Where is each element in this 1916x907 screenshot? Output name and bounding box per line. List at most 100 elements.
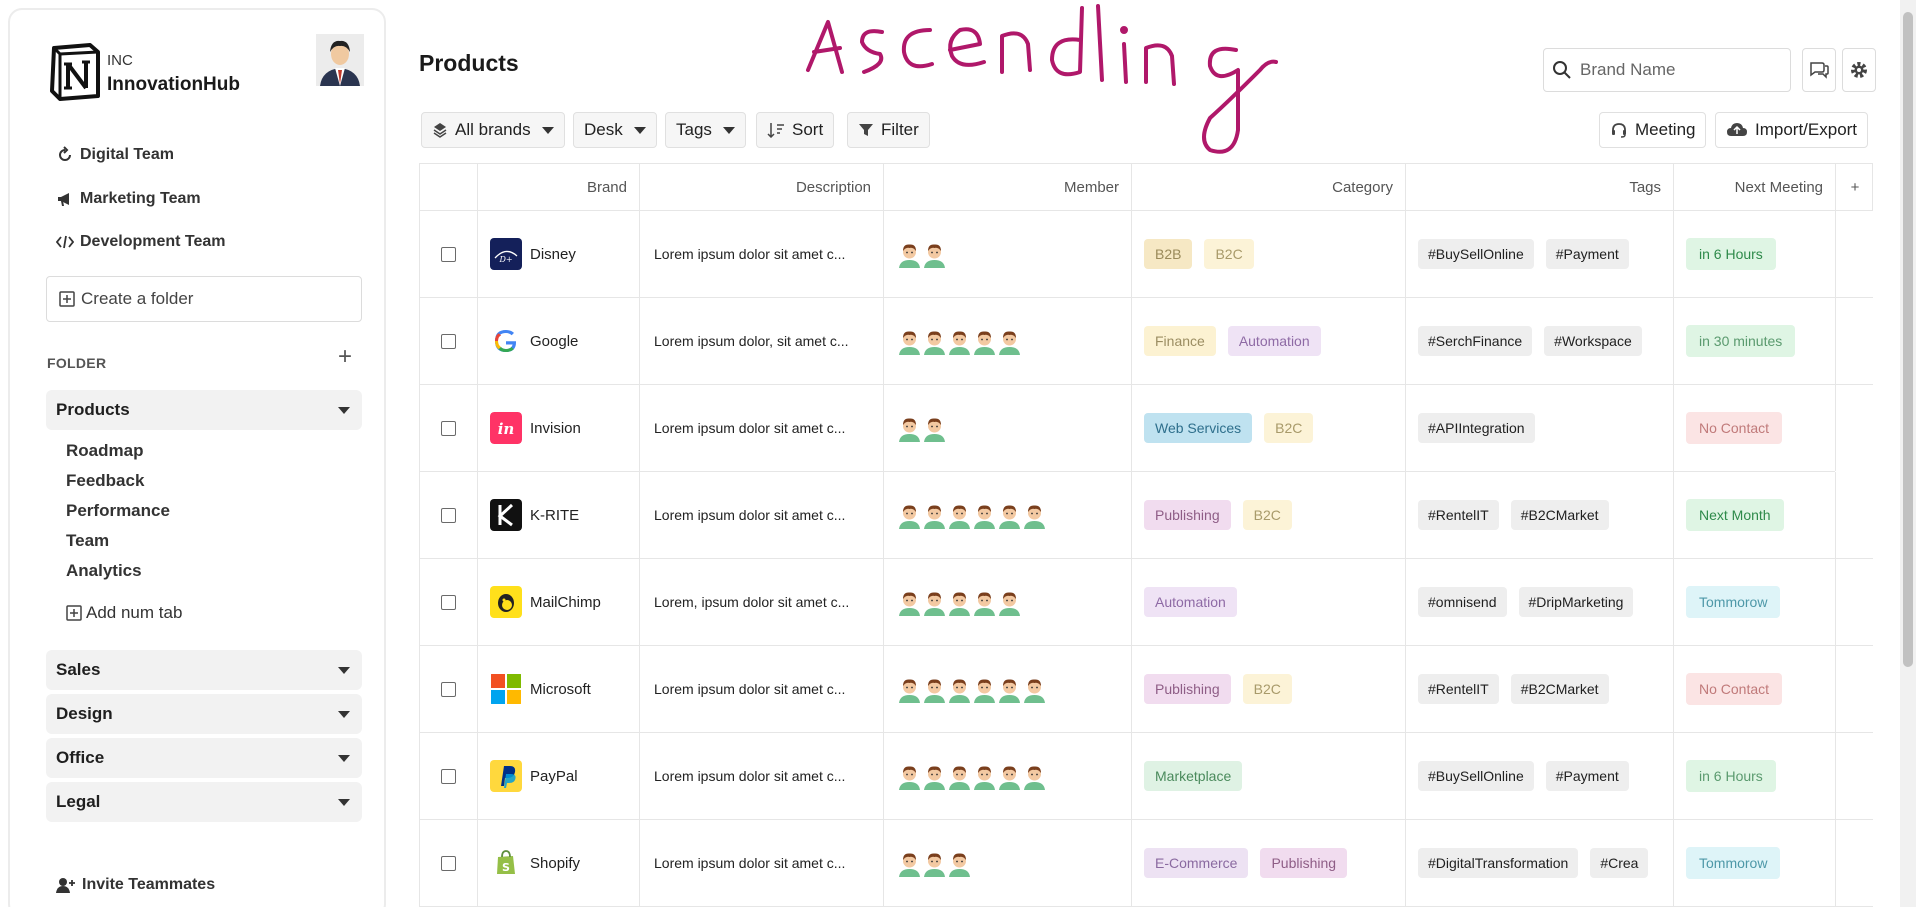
vertical-scrollbar[interactable] — [1900, 0, 1916, 907]
member-avatar[interactable] — [896, 763, 923, 790]
brand-cell[interactable]: PayPal — [478, 733, 640, 819]
sub-item-feedback[interactable]: Feedback — [66, 471, 144, 491]
brand-cell[interactable]: Microsoft — [478, 646, 640, 732]
member-avatar[interactable] — [921, 502, 948, 529]
team-digital[interactable]: Digital Team — [56, 142, 174, 168]
category-badge[interactable]: E-Commerce — [1144, 848, 1249, 878]
member-avatar[interactable] — [921, 328, 948, 355]
category-badge[interactable]: B2C — [1204, 239, 1254, 269]
tag-chip[interactable]: #BuySellOnline — [1418, 761, 1534, 791]
table-row[interactable]: Microsoft Lorem ipsum dolor sit amet c...… — [419, 646, 1873, 733]
sub-item-team[interactable]: Team — [66, 531, 109, 551]
sort-button[interactable]: Sort — [756, 112, 835, 148]
member-avatar[interactable] — [1021, 502, 1048, 529]
scrollbar-thumb[interactable] — [1903, 12, 1913, 667]
tag-chip[interactable]: #RentelIT — [1418, 500, 1499, 530]
tag-chip[interactable]: #DigitalTransformation — [1418, 848, 1579, 878]
description-cell[interactable]: Lorem ipsum dolor, sit amet c... — [640, 298, 884, 384]
filter-button[interactable]: Filter — [847, 112, 930, 148]
meeting-status-badge[interactable]: Next Month — [1686, 499, 1784, 531]
column-member[interactable]: Member — [884, 164, 1132, 210]
folder-sales[interactable]: Sales — [46, 650, 362, 690]
member-avatar[interactable] — [896, 676, 923, 703]
create-folder-button[interactable]: Create a folder — [46, 276, 362, 322]
sub-item-analytics[interactable]: Analytics — [66, 561, 142, 581]
tag-chip[interactable]: #BuySellOnline — [1418, 239, 1534, 269]
tag-chip[interactable]: #SerchFinance — [1418, 326, 1533, 356]
column-next-meeting[interactable]: Next Meeting — [1674, 164, 1836, 210]
table-row[interactable]: in Invision Lorem ipsum dolor sit amet c..… — [419, 385, 1836, 472]
row-checkbox[interactable] — [441, 507, 456, 523]
tag-chip[interactable]: #Payment — [1545, 239, 1629, 269]
tag-chip[interactable]: #B2CMarket — [1510, 500, 1609, 530]
tag-chip[interactable]: #APIIntegration — [1418, 413, 1535, 443]
row-checkbox[interactable] — [441, 768, 456, 784]
table-row[interactable]: S Shopify Lorem ipsum dolor sit amet c... E… — [419, 820, 1873, 907]
team-development[interactable]: Development Team — [56, 229, 226, 255]
member-avatar[interactable] — [946, 328, 973, 355]
member-avatar[interactable] — [1021, 676, 1048, 703]
category-badge[interactable]: Publishing — [1144, 500, 1231, 530]
member-avatar[interactable] — [921, 241, 948, 268]
folder-products[interactable]: Products — [46, 390, 362, 430]
member-avatar[interactable] — [921, 676, 948, 703]
member-avatar[interactable] — [896, 241, 923, 268]
member-avatar[interactable] — [971, 328, 998, 355]
brand-cell[interactable]: Google — [478, 298, 640, 384]
member-avatar[interactable] — [921, 850, 948, 877]
brand-cell[interactable]: MailChimp — [478, 559, 640, 645]
brand-cell[interactable]: S Shopify — [478, 820, 640, 906]
tag-chip[interactable]: #Workspace — [1544, 326, 1642, 356]
add-tab-button[interactable]: Add num tab — [66, 603, 182, 623]
table-row[interactable]: PayPal Lorem ipsum dolor sit amet c... Mar… — [419, 733, 1873, 820]
table-row[interactable]: K-RITE Lorem ipsum dolor sit amet c... Pub… — [419, 472, 1873, 559]
column-brand[interactable]: Brand — [478, 164, 640, 210]
brand-cell[interactable]: K-RITE — [478, 472, 640, 558]
description-cell[interactable]: Lorem ipsum dolor sit amet c... — [640, 646, 884, 732]
column-description[interactable]: Description — [640, 164, 884, 210]
add-column-button[interactable]: + — [1836, 164, 1874, 210]
desk-dropdown[interactable]: Desk — [573, 112, 657, 148]
sub-item-performance[interactable]: Performance — [66, 501, 170, 521]
search-input[interactable] — [1580, 60, 1770, 80]
tag-chip[interactable]: #omnisend — [1418, 587, 1507, 617]
member-avatar[interactable] — [996, 328, 1023, 355]
member-avatar[interactable] — [996, 502, 1023, 529]
meeting-status-badge[interactable]: No Contact — [1686, 412, 1783, 444]
user-avatar[interactable] — [316, 34, 364, 86]
row-checkbox[interactable] — [441, 420, 456, 436]
meeting-status-badge[interactable]: Tommorow — [1686, 847, 1781, 879]
all-brands-dropdown[interactable]: All brands — [421, 112, 565, 148]
category-badge[interactable]: Publishing — [1260, 848, 1348, 878]
member-avatar[interactable] — [1021, 763, 1048, 790]
member-avatar[interactable] — [996, 589, 1023, 616]
invite-teammates-button[interactable]: Invite Teammates — [56, 876, 215, 894]
tag-chip[interactable]: #Crea — [1590, 848, 1649, 878]
meeting-status-badge[interactable]: in 6 Hours — [1686, 238, 1776, 270]
meeting-status-badge[interactable]: No Contact — [1686, 673, 1783, 705]
folder-legal[interactable]: Legal — [46, 782, 362, 822]
row-checkbox[interactable] — [441, 855, 456, 871]
description-cell[interactable]: Lorem ipsum dolor sit amet c... — [640, 385, 884, 471]
add-folder-button[interactable]: + — [338, 345, 352, 369]
tag-chip[interactable]: #B2CMarket — [1510, 674, 1609, 704]
member-avatar[interactable] — [946, 850, 973, 877]
description-cell[interactable]: Lorem ipsum dolor sit amet c... — [640, 211, 884, 297]
table-row[interactable]: MailChimp Lorem, ipsum dolor sit amet c..… — [419, 559, 1873, 646]
member-avatar[interactable] — [996, 676, 1023, 703]
meeting-status-badge[interactable]: in 6 Hours — [1686, 760, 1776, 792]
member-avatar[interactable] — [971, 589, 998, 616]
row-checkbox[interactable] — [441, 594, 456, 610]
member-avatar[interactable] — [921, 415, 948, 442]
category-badge[interactable]: Web Services — [1144, 413, 1253, 443]
member-avatar[interactable] — [896, 415, 923, 442]
member-avatar[interactable] — [896, 589, 923, 616]
tags-dropdown[interactable]: Tags — [665, 112, 746, 148]
member-avatar[interactable] — [921, 589, 948, 616]
folder-design[interactable]: Design — [46, 694, 362, 734]
category-badge[interactable]: Marketplace — [1144, 761, 1243, 791]
member-avatar[interactable] — [946, 589, 973, 616]
member-avatar[interactable] — [971, 676, 998, 703]
tag-chip[interactable]: #DripMarketing — [1518, 587, 1634, 617]
description-cell[interactable]: Lorem, ipsum dolor sit amet c... — [640, 559, 884, 645]
